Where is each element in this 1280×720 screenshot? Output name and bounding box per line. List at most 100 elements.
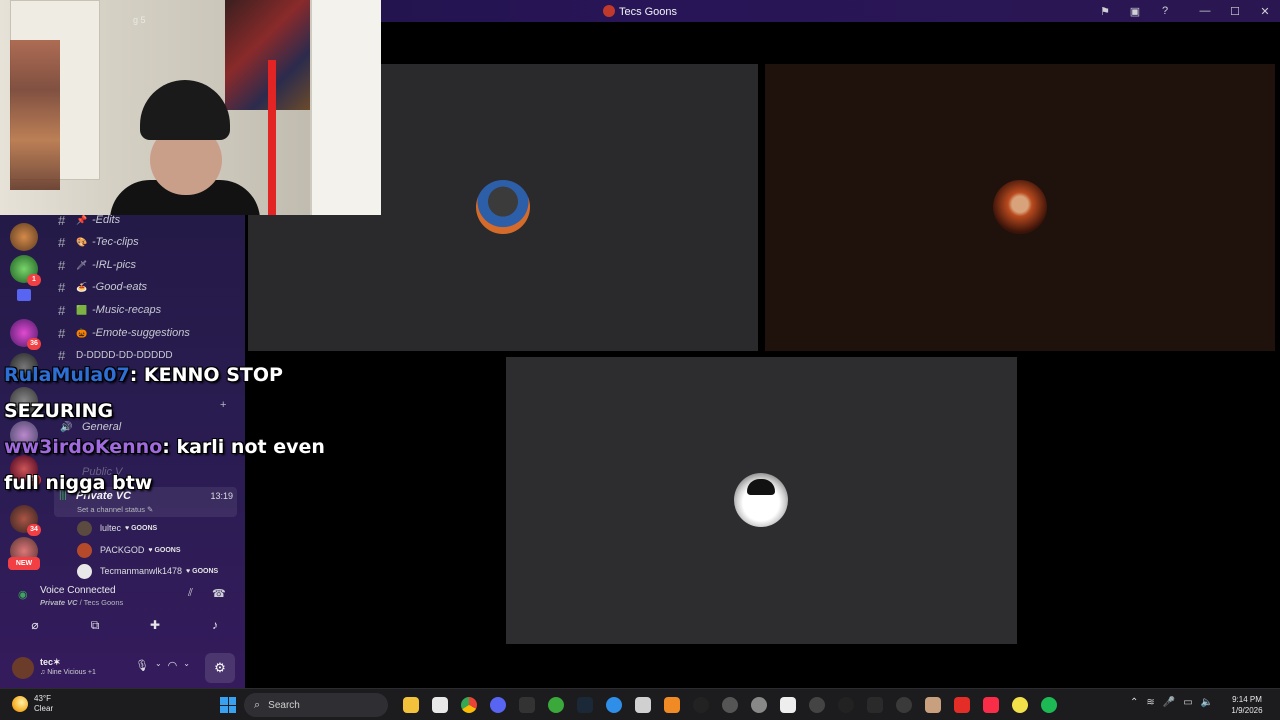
server-icon[interactable]: 36: [10, 319, 41, 350]
server-icon[interactable]: [10, 223, 38, 251]
channel-emoji: 🍝: [76, 281, 88, 292]
display-icon[interactable]: ▭: [1183, 697, 1192, 708]
camera-off-icon[interactable]: ⌀: [10, 614, 60, 636]
app-icon[interactable]: [773, 693, 802, 717]
chat-message: RulaMula07: KENNO STOP SEZURING: [4, 364, 283, 422]
discord-icon[interactable]: [483, 693, 512, 717]
new-badge: NEW: [8, 557, 40, 570]
activities-icon[interactable]: ✚: [130, 614, 180, 636]
app-icon[interactable]: [657, 693, 686, 717]
weather-temp: 43°F: [34, 694, 51, 703]
flag-icon[interactable]: ⚑: [1090, 0, 1120, 22]
app-icon[interactable]: [860, 693, 889, 717]
server-icon[interactable]: 34: [10, 505, 41, 536]
channel-label: -IRL-pics: [92, 259, 137, 271]
voice-user-name: lultec: [100, 523, 122, 533]
volume-icon[interactable]: 🔈: [1201, 697, 1213, 708]
audio-controls: 🎙 ⌄ ◠ ⌄: [135, 659, 190, 672]
window-title-text: Tecs Goons: [618, 6, 678, 18]
browser-icon[interactable]: [599, 693, 628, 717]
search-icon: ⌕: [254, 698, 261, 711]
xbox-icon[interactable]: [541, 693, 570, 717]
channel-tec-clips[interactable]: # 🎨 -Tec-clips: [58, 232, 238, 252]
chat-username: ww3irdoKenno: [4, 436, 163, 458]
app-icon[interactable]: [628, 693, 657, 717]
unread-badge: 34: [27, 524, 41, 536]
channel-emoji: 🎨: [76, 236, 88, 247]
noise-suppression-icon[interactable]: ⫽: [188, 587, 193, 600]
help-icon[interactable]: ?: [1150, 0, 1180, 22]
app-icon[interactable]: [918, 693, 947, 717]
voice-user[interactable]: lultec ♥ GOONS: [77, 518, 157, 538]
title-bar-controls: ⚑ ▣ ? — ☐ ✕: [1090, 0, 1280, 22]
channel-emoji: 📌: [76, 214, 88, 225]
role-tag: ♥ GOONS: [125, 524, 158, 532]
participant-avatar: [734, 473, 788, 527]
avatar: [77, 542, 92, 558]
app-icon[interactable]: [1005, 693, 1034, 717]
spotify-icon[interactable]: [1034, 693, 1063, 717]
app-icon[interactable]: [744, 693, 773, 717]
music-icon[interactable]: [976, 693, 1005, 717]
unread-badge: 1: [27, 274, 41, 286]
voice-user[interactable]: PACKGOD ♥ GOONS: [77, 540, 181, 560]
user-panel: tec✶ ♫ Nine Vicious +1 🎙 ⌄ ◠ ⌄ ⚙: [0, 647, 245, 687]
webcam-scene: [310, 0, 381, 215]
file-explorer-icon[interactable]: [396, 693, 425, 717]
pen-icon[interactable]: [686, 693, 715, 717]
unread-badge: 36: [27, 338, 41, 350]
chevron-up-icon[interactable]: ⌃: [1130, 697, 1138, 708]
weather-sun-icon: [12, 696, 28, 712]
gear-icon[interactable]: ⚙: [205, 653, 235, 683]
screen-icon[interactable]: ▣: [1120, 0, 1150, 22]
chevron-down-icon[interactable]: ⌄: [155, 659, 162, 672]
video-tile-3[interactable]: [506, 357, 1017, 644]
app-icon[interactable]: [831, 693, 860, 717]
voice-user-name: PACKGOD: [100, 545, 145, 555]
voice-user[interactable]: Tecmanmanwlk1478 ♥ GOONS: [77, 561, 218, 581]
clock[interactable]: 9:14 PM 1/9/2026: [1222, 694, 1272, 716]
channel-label: -Emote-suggestions: [92, 327, 190, 339]
settings-icon[interactable]: [715, 693, 744, 717]
avatar: [77, 520, 92, 536]
folder-icon[interactable]: [17, 289, 31, 301]
video-tile-2[interactable]: [765, 64, 1275, 351]
disconnect-icon[interactable]: ☎: [212, 587, 226, 600]
weather-desc: Clear: [34, 704, 54, 713]
channel-irl-pics[interactable]: # 🗡 -IRL-pics: [58, 255, 238, 275]
server-icon[interactable]: 1: [10, 255, 41, 286]
user-name: tec✶: [40, 657, 61, 667]
maximize-icon[interactable]: ☐: [1220, 0, 1250, 22]
streamer: [100, 80, 260, 215]
clock-time: 9:14 PM: [1232, 695, 1262, 704]
voice-channel-path[interactable]: Private VC / Tecs Goons: [40, 598, 123, 607]
obs-icon[interactable]: [889, 693, 918, 717]
channel-music-recaps[interactable]: # 🟩 -Music-recaps: [58, 300, 238, 320]
microphone-icon[interactable]: 🎤: [1163, 697, 1175, 708]
role-tag: ♥ GOONS: [186, 567, 219, 575]
search-box[interactable]: ⌕ Search: [244, 693, 388, 717]
avatar[interactable]: [12, 657, 34, 679]
wifi-icon[interactable]: ≋: [1146, 697, 1154, 708]
terminal-icon[interactable]: [512, 693, 541, 717]
channel-emoji: 🟩: [76, 304, 88, 315]
windows-start-icon[interactable]: [220, 697, 236, 713]
chrome-icon[interactable]: [454, 693, 483, 717]
weather-widget[interactable]: 43°F Clear: [12, 694, 53, 714]
system-tray: ⌃ ≋ 🎤 ▭ 🔈: [1130, 697, 1213, 708]
microphone-icon[interactable]: 🎙: [135, 659, 149, 672]
close-icon[interactable]: ✕: [1250, 0, 1280, 22]
soundboard-icon[interactable]: ♪: [190, 614, 240, 636]
channel-emote-suggestions[interactable]: # 🎃 -Emote-suggestions: [58, 323, 238, 343]
minimize-icon[interactable]: —: [1190, 0, 1220, 22]
calendar-icon[interactable]: [425, 693, 454, 717]
taskbar: 43°F Clear ⌕ Search ⌃ ≋ 🎤 ▭ 🔈 9:14 PM 1/…: [0, 688, 1280, 720]
steam-icon[interactable]: [570, 693, 599, 717]
screen-share-icon[interactable]: ⧉: [70, 614, 120, 636]
chevron-down-icon[interactable]: ⌄: [183, 659, 190, 672]
channel-good-eats[interactable]: # 🍝 -Good-eats: [58, 277, 238, 297]
youtube-icon[interactable]: [947, 693, 976, 717]
headphones-icon[interactable]: ◠: [168, 659, 178, 672]
app-icon[interactable]: [802, 693, 831, 717]
channel-status-button[interactable]: Set a channel status ✎: [77, 505, 153, 514]
